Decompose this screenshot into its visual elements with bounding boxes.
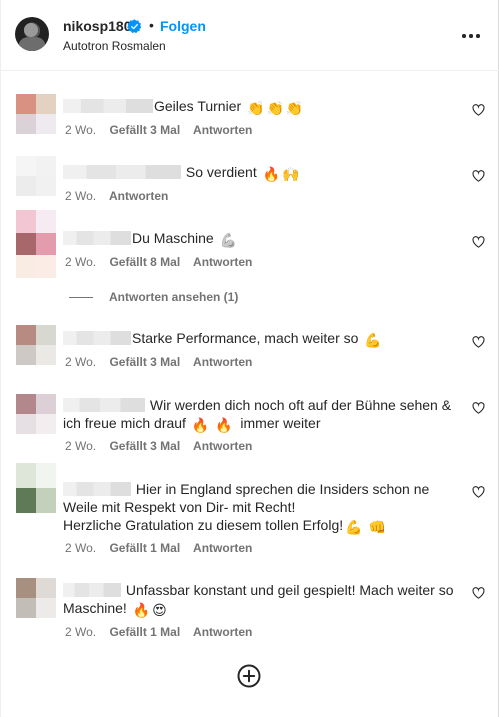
comment-time: 2 Wo. <box>65 355 97 369</box>
reply-button[interactable]: Antworten <box>109 189 168 203</box>
comment-item: Starke Performance, mach weiter so 💪 2 W… <box>1 325 499 375</box>
comment-text-line: Weile mit Respekt von Dir- mit Recht! <box>63 499 296 515</box>
heart-outline-icon[interactable] <box>472 104 485 116</box>
comment-time: 2 Wo. <box>65 189 97 203</box>
blurred-username[interactable] <box>63 482 131 496</box>
add-comment-icon[interactable] <box>237 664 261 688</box>
reply-button[interactable]: Antworten <box>193 541 252 555</box>
more-options-icon[interactable] <box>460 26 482 44</box>
commenter-avatar[interactable] <box>16 210 56 278</box>
comment-item: Unfassbar konstant und geil gespielt! Ma… <box>1 578 499 644</box>
comment-text: Du Maschine 💪 <box>63 229 463 249</box>
location-link[interactable]: Autotron Rosmalen <box>63 39 166 53</box>
comment-time: 2 Wo. <box>65 255 97 269</box>
post-header: nikosp180 • Folgen Autotron Rosmalen <box>1 0 499 71</box>
comment-item: Hier in England sprechen die Insiders sc… <box>1 463 499 557</box>
username[interactable]: nikosp180 <box>63 18 131 34</box>
comment-time: 2 Wo. <box>65 123 97 137</box>
reply-button[interactable]: Antworten <box>193 255 252 269</box>
comment-item: Geiles Turnier 👏 👏 👏 2 Wo. Gefällt 3 Mal A… <box>1 93 499 143</box>
likes-count[interactable]: Gefällt 1 Mal <box>109 625 180 639</box>
blurred-username[interactable] <box>63 583 121 597</box>
replies-divider <box>69 297 93 299</box>
heart-outline-icon[interactable] <box>472 236 485 248</box>
verified-badge-icon <box>127 19 142 34</box>
clapping-hands-icon: 👏 <box>266 100 284 116</box>
comment-time: 2 Wo. <box>65 439 97 453</box>
comment-text: Wir werden dich noch oft auf der Bühne s… <box>63 397 452 433</box>
commenter-avatar[interactable] <box>16 463 56 513</box>
comment-meta: 2 Wo. Gefällt 8 Mal Antworten <box>65 255 252 269</box>
comment-meta: 2 Wo. Gefällt 3 Mal Antworten <box>65 439 252 453</box>
view-replies-button[interactable]: Antworten ansehen (1) <box>69 290 238 304</box>
fist-icon: 👊 <box>368 519 386 535</box>
raising-hands-icon: 🙌 <box>282 166 300 182</box>
comment-meta: 2 Wo. Antworten <box>65 189 168 203</box>
likes-count[interactable]: Gefällt 3 Mal <box>109 355 180 369</box>
commenter-avatar[interactable] <box>16 394 56 434</box>
blurred-username[interactable] <box>63 231 131 245</box>
reply-button[interactable]: Antworten <box>193 123 252 137</box>
fire-icon: 🔥 <box>262 166 281 182</box>
flexed-biceps-icon: 💪 <box>219 232 238 248</box>
comment-text: Unfassbar konstant und geil gespielt! Ma… <box>63 582 454 618</box>
reply-button[interactable]: Antworten <box>193 625 252 639</box>
comment-item: Wir werden dich noch oft auf der Bühne s… <box>1 393 499 461</box>
comment-text: Hier in England sprechen die Insiders sc… <box>63 480 463 536</box>
blurred-username[interactable] <box>63 165 181 179</box>
fire-icon: 🔥 <box>132 602 151 618</box>
heart-outline-icon[interactable] <box>472 587 485 599</box>
commenter-avatar[interactable] <box>16 94 56 134</box>
view-replies-label[interactable]: Antworten ansehen (1) <box>109 290 238 304</box>
commenter-avatar[interactable] <box>16 156 56 196</box>
comment-time: 2 Wo. <box>65 541 97 555</box>
commenter-avatar[interactable] <box>16 578 56 618</box>
reply-button[interactable]: Antworten <box>193 355 252 369</box>
post-comments-panel: nikosp180 • Folgen Autotron Rosmalen Gei… <box>0 0 499 717</box>
heart-outline-icon[interactable] <box>472 336 485 348</box>
comment-text: Starke Performance, mach weiter so 💪 <box>63 329 463 349</box>
blurred-username[interactable] <box>63 331 131 345</box>
flexed-biceps-icon: 💪 <box>364 332 382 348</box>
comment-item: So verdient 🔥 🙌 2 Wo. Antworten <box>1 156 499 209</box>
likes-count[interactable]: Gefällt 8 Mal <box>109 255 180 269</box>
comment-meta: 2 Wo. Gefällt 1 Mal Antworten <box>65 541 252 555</box>
likes-count[interactable]: Gefällt 1 Mal <box>109 541 180 555</box>
flexed-biceps-icon: 💪 <box>345 519 363 535</box>
heart-eyes-icon: 😍 <box>152 602 167 618</box>
likes-count[interactable]: Gefällt 3 Mal <box>109 439 180 453</box>
comment-text: Geiles Turnier 👏 👏 👏 <box>63 97 463 117</box>
comment-time: 2 Wo. <box>65 625 97 639</box>
separator-dot: • <box>149 17 154 33</box>
user-avatar[interactable] <box>15 17 49 51</box>
clapping-hands-icon: 👏 <box>247 100 265 116</box>
comment-meta: 2 Wo. Gefällt 3 Mal Antworten <box>65 355 252 369</box>
comment-text: So verdient 🔥 🙌 <box>63 163 463 183</box>
heart-outline-icon[interactable] <box>472 486 485 498</box>
clapping-hands-icon: 👏 <box>285 100 304 116</box>
follow-button[interactable]: Folgen <box>160 18 206 34</box>
commenter-avatar[interactable] <box>16 325 56 365</box>
heart-outline-icon[interactable] <box>472 402 485 414</box>
heart-outline-icon[interactable] <box>472 170 485 182</box>
fire-icon: 🔥 <box>191 417 210 433</box>
comment-meta: 2 Wo. Gefällt 3 Mal Antworten <box>65 123 252 137</box>
likes-count[interactable]: Gefällt 3 Mal <box>109 123 180 137</box>
comment-meta: 2 Wo. Gefällt 1 Mal Antworten <box>65 625 252 639</box>
reply-button[interactable]: Antworten <box>193 439 252 453</box>
comment-item: Du Maschine 💪 2 Wo. Gefällt 8 Mal Antwor… <box>1 210 499 278</box>
fire-icon: 🔥 <box>215 417 233 433</box>
blurred-username[interactable] <box>63 99 153 113</box>
blurred-username[interactable] <box>63 398 145 412</box>
